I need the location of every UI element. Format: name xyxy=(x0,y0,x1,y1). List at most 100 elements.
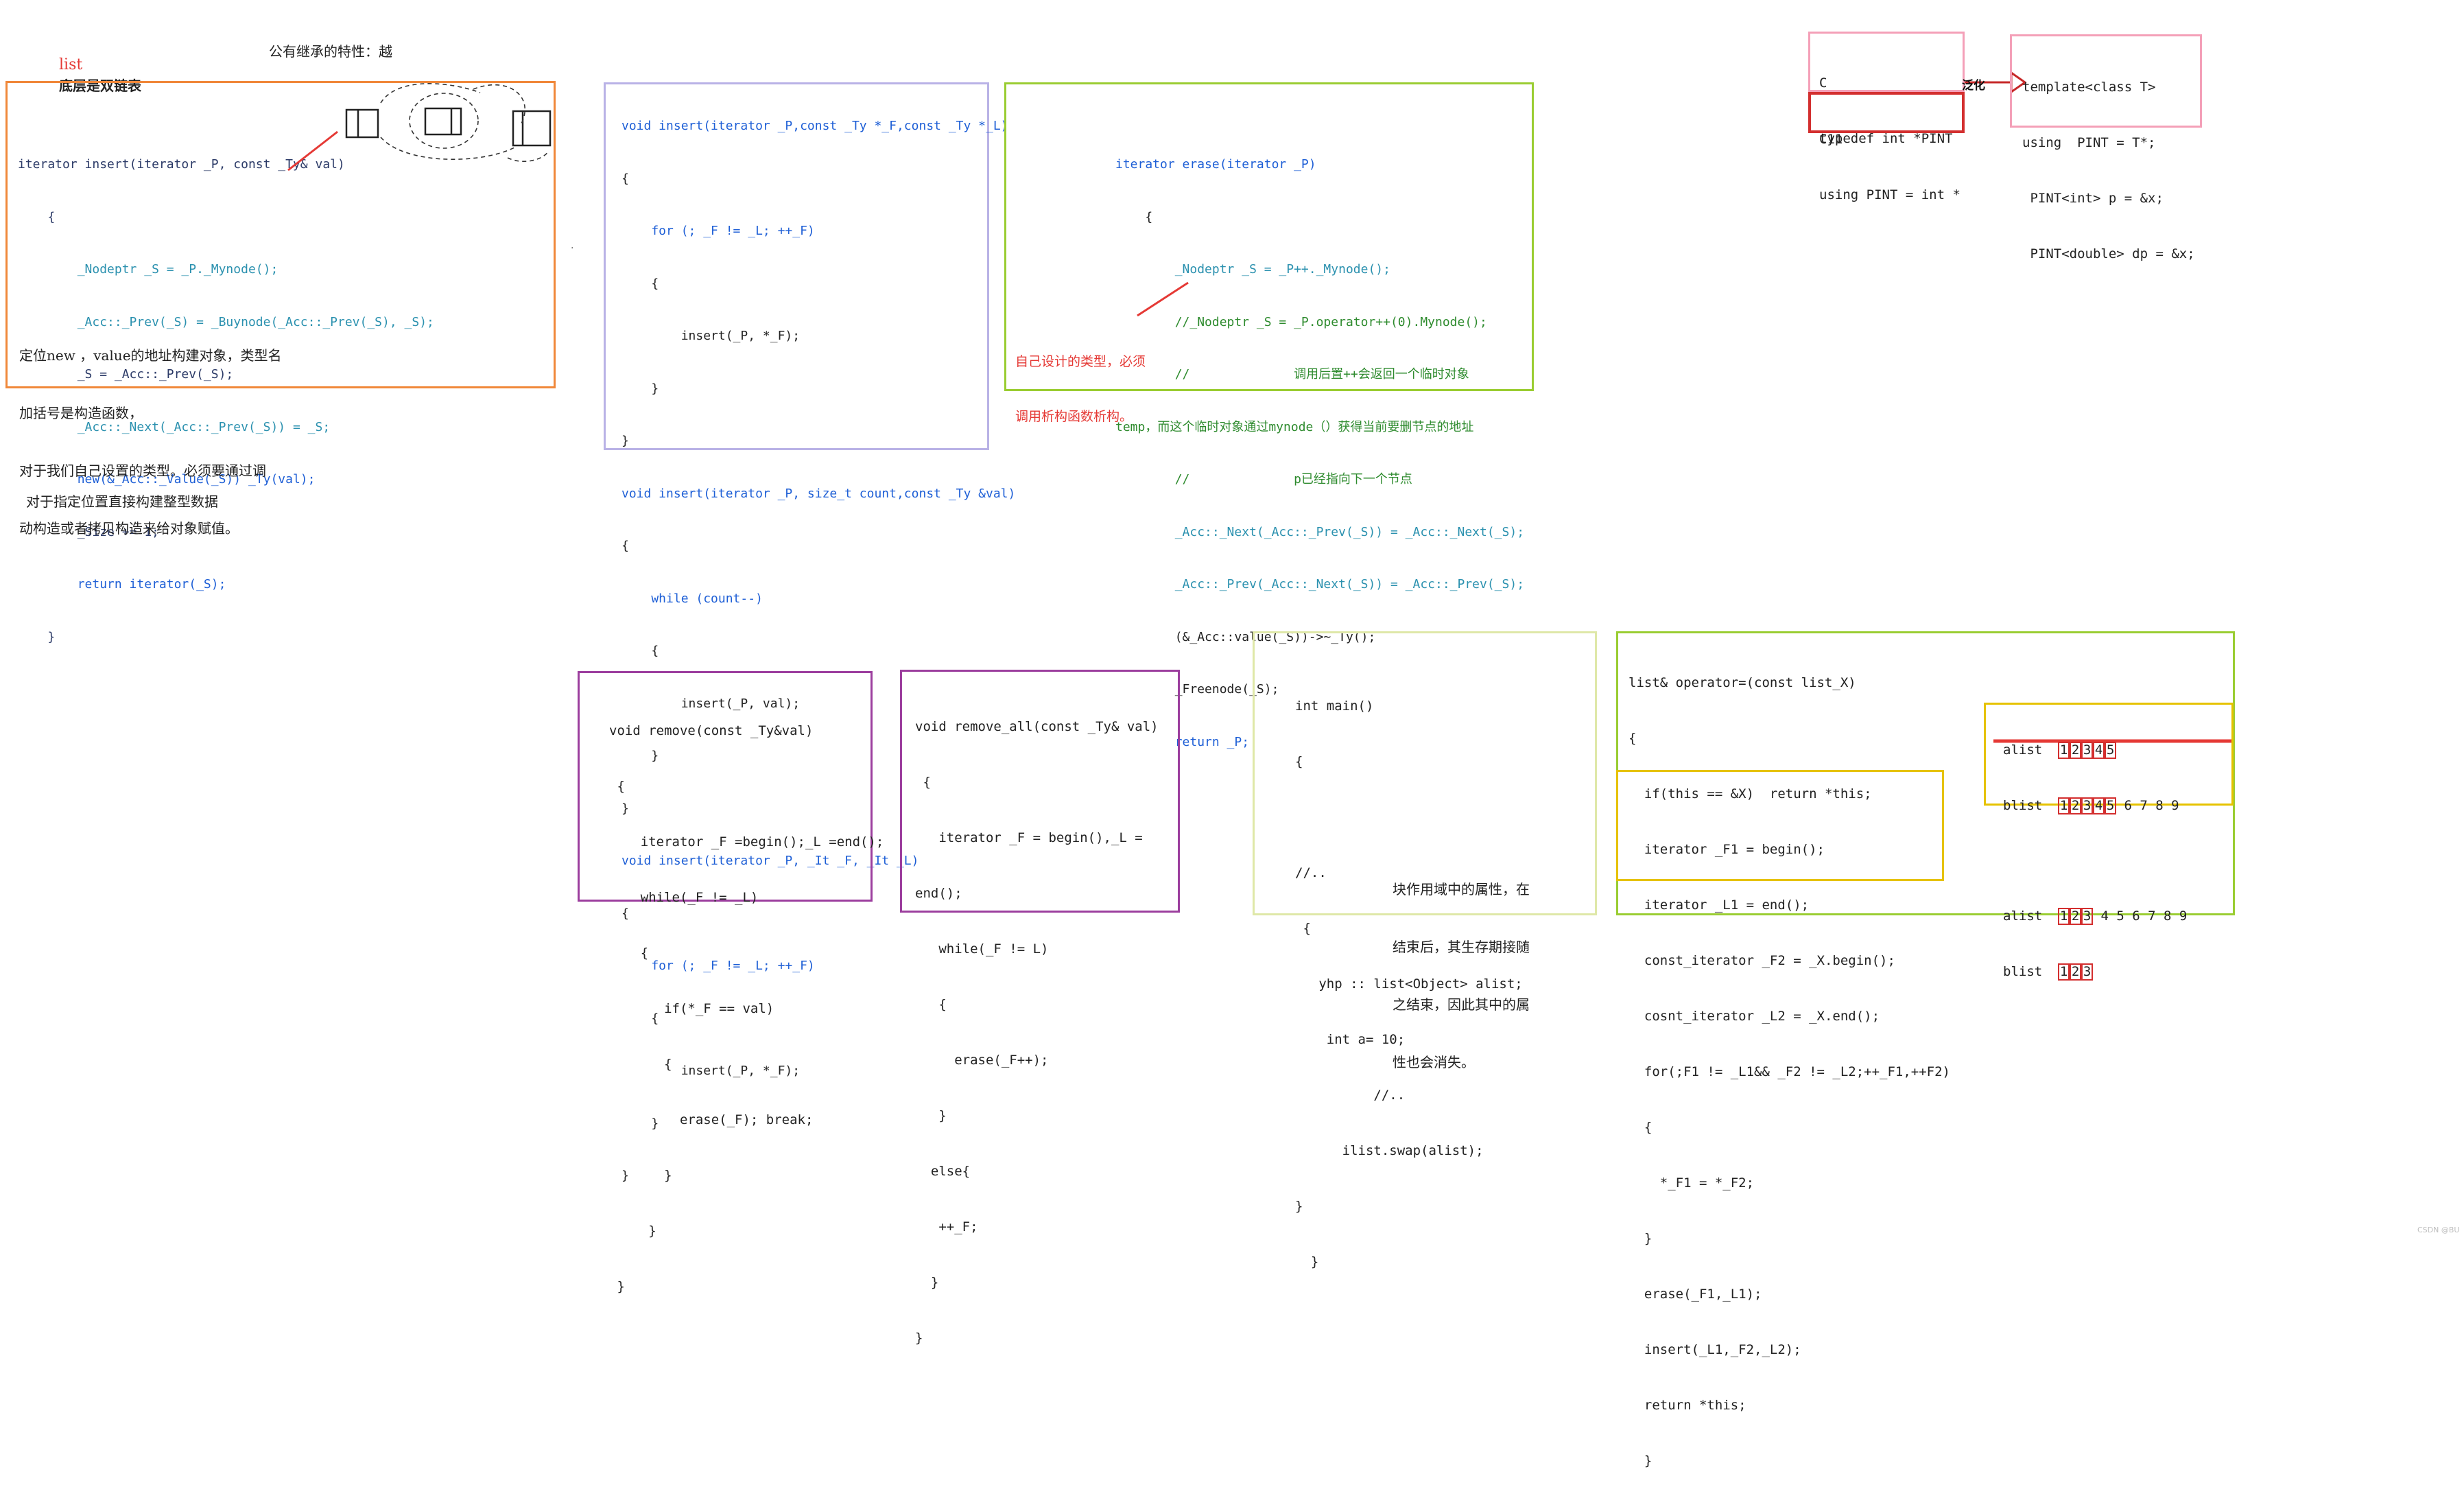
list-label: blist xyxy=(2003,798,2043,813)
code-line: } xyxy=(621,381,659,396)
code-line: int main() xyxy=(1295,699,1374,714)
insert-pointer-arrow xyxy=(287,130,338,172)
code-line: iterator erase(iterator _P) xyxy=(1115,157,1316,172)
code-line: template<class T> xyxy=(2022,80,2156,95)
boxed-value: 2 xyxy=(2070,963,2082,981)
code-line: } xyxy=(1628,1231,1652,1246)
code-line: } xyxy=(1628,1453,1652,1468)
c-label: C xyxy=(1819,75,1827,91)
c11-code: using PINT = int * xyxy=(1819,187,1960,202)
code-line: while(_F != L) xyxy=(915,941,1049,957)
main-note: 块作用域中的属性，在 结束后，其生存期接随 之结束，因此其中的属 性也会消失。 xyxy=(1393,841,1530,1091)
code-line: { xyxy=(1628,1120,1652,1135)
boxed-value: 5 xyxy=(2105,742,2117,759)
note-line: 结束后，其生存期接随 xyxy=(1393,939,1530,955)
code-line: } xyxy=(1295,1254,1319,1269)
boxed-value: 3 xyxy=(2081,963,2094,981)
code-line: iterator _F = begin(),_L = xyxy=(915,830,1143,845)
code-line: _Acc::_Prev(_Acc::_Next(_S)) = _Acc::_Pr… xyxy=(1115,577,1525,591)
boxed-value: 2 xyxy=(2070,797,2082,814)
erase-annotation: 自己设计的类型，必须 调用析构函数析构。 xyxy=(1015,317,1146,445)
watermark: CSDN @BU xyxy=(2417,1226,2460,1234)
boxed-value: 3 xyxy=(2081,742,2094,759)
code-line: if(*_F == val) xyxy=(609,1001,774,1016)
code-line: const_iterator _F2 = _X.begin(); xyxy=(1628,953,1895,968)
code-line: ++_F; xyxy=(915,1219,978,1234)
code-line: void insert(iterator _P, size_t count,co… xyxy=(621,486,1016,501)
plain-values: 6 7 8 9 xyxy=(2124,798,2179,813)
code-line: if(this == &X) return *this; xyxy=(1628,786,1872,801)
code-line: { xyxy=(915,775,931,790)
code-line: // p已经指向下一个节点 xyxy=(1115,472,1412,486)
code-line: { xyxy=(621,539,629,553)
code-line: erase(_F); break; xyxy=(609,1112,814,1127)
code-line: erase(_F1,_L1); xyxy=(1628,1287,1762,1302)
boxed-value: 5 xyxy=(2105,797,2117,814)
code-line: } xyxy=(609,1223,656,1239)
code-line: //_Nodeptr _S = _P.operator++(0).Mynode(… xyxy=(1115,314,1487,329)
list-label: alist xyxy=(2003,742,2043,758)
list-label: blist xyxy=(2003,964,2043,979)
boxed-values: 12345 xyxy=(2058,742,2117,759)
code-line: iterator _L1 = end(); xyxy=(1628,898,1810,913)
list-label: alist xyxy=(2003,908,2043,924)
code-line: } xyxy=(609,1279,625,1294)
demo-row-before-alist: alist 12345 xyxy=(2003,741,2187,760)
code-line: { xyxy=(1295,754,1303,769)
code-line: } xyxy=(621,434,629,448)
demo-row-after-blist: blist 123 xyxy=(2003,963,2187,981)
code-line: for (; _F != _L; ++_F) xyxy=(621,224,815,238)
c11-label: C11 xyxy=(1819,132,1843,147)
code-line: list& operator=(const list_X) xyxy=(1628,675,1856,690)
code-line: while(_F != _L) xyxy=(609,890,759,905)
code-line: *_F1 = *_F2; xyxy=(1628,1175,1755,1191)
code-line: void insert(iterator _P,const _Ty *_F,co… xyxy=(621,119,1008,133)
code-line: insert(_L1,_F2,_L2); xyxy=(1628,1342,1801,1357)
boxed-value: 1 xyxy=(2058,797,2070,814)
boxed-value: 1 xyxy=(2058,963,2070,981)
boxed-value: 2 xyxy=(2070,742,2082,759)
boxed-value: 3 xyxy=(2081,908,2094,925)
boxed-values: 12345 xyxy=(2058,797,2117,814)
demo-row-before-blist: blist 12345 6 7 8 9 xyxy=(2003,797,2187,815)
code-line: { xyxy=(609,1057,672,1072)
boxed-value: 1 xyxy=(2058,742,2070,759)
code-line: insert(_P, *_F); xyxy=(621,329,801,343)
note-line: 块作用域中的属性，在 xyxy=(1393,881,1530,898)
template-code: template<class T> using PINT = T*; PINT<… xyxy=(2022,41,2195,282)
boxed-value: 2 xyxy=(2070,908,2082,925)
code-line: while (count--) xyxy=(621,591,763,606)
demo-row-after-alist: alist 123 4 5 6 7 8 9 xyxy=(2003,907,2187,926)
code-line: cosnt_iterator _L2 = _X.end(); xyxy=(1628,1009,1880,1024)
code-line: { xyxy=(1628,731,1637,746)
code-line: for(;F1 != _L1&& _F2 != _L2;++_F1,++F2) xyxy=(1628,1064,1950,1079)
code-line: _Acc::_Next(_Acc::_Prev(_S)) = _Acc::_Ne… xyxy=(1115,524,1525,539)
boxed-values: 123 xyxy=(2058,963,2094,981)
code-line: // 调用后置++会返回一个临时对象 xyxy=(1115,367,1469,382)
boxed-value: 3 xyxy=(2081,797,2094,814)
boxed-values: 123 xyxy=(2058,908,2094,925)
code-line: erase(_F++); xyxy=(915,1053,1049,1068)
code-line: } xyxy=(1295,1199,1303,1214)
code-line: { xyxy=(621,171,629,186)
code-line: { xyxy=(621,276,659,291)
remove-code: void remove(const _Ty&val) { iterator _F… xyxy=(609,685,884,1315)
code-line: PINT<int> p = &x; xyxy=(2022,191,2164,206)
code-line: { xyxy=(621,644,659,658)
code-line: } xyxy=(915,1330,923,1346)
code-line: iterator _F1 = begin(); xyxy=(1628,842,1825,857)
code-line: iterator _F =begin();_L =end(); xyxy=(609,834,884,849)
code-line: { xyxy=(1115,209,1153,224)
generalize-label: 泛化 xyxy=(1962,79,1985,93)
node-sketch xyxy=(345,107,552,147)
boxed-value: 1 xyxy=(2058,908,2070,925)
remove-all-code: void remove_all(const _Ty& val) { iterat… xyxy=(915,681,1159,1366)
code-line: } xyxy=(609,1168,672,1183)
code-line: else{ xyxy=(915,1164,971,1179)
plain-values: 4 5 6 7 8 9 xyxy=(2100,908,2188,924)
code-line: using PINT = T*; xyxy=(2022,135,2156,150)
c11-using-code: C11 using PINT = int * xyxy=(1819,93,1960,223)
boxed-value: 4 xyxy=(2093,742,2105,759)
annotation-line: 自己设计的类型，必须 xyxy=(1015,354,1146,369)
note-line: 之结束，因此其中的属 xyxy=(1393,996,1530,1013)
